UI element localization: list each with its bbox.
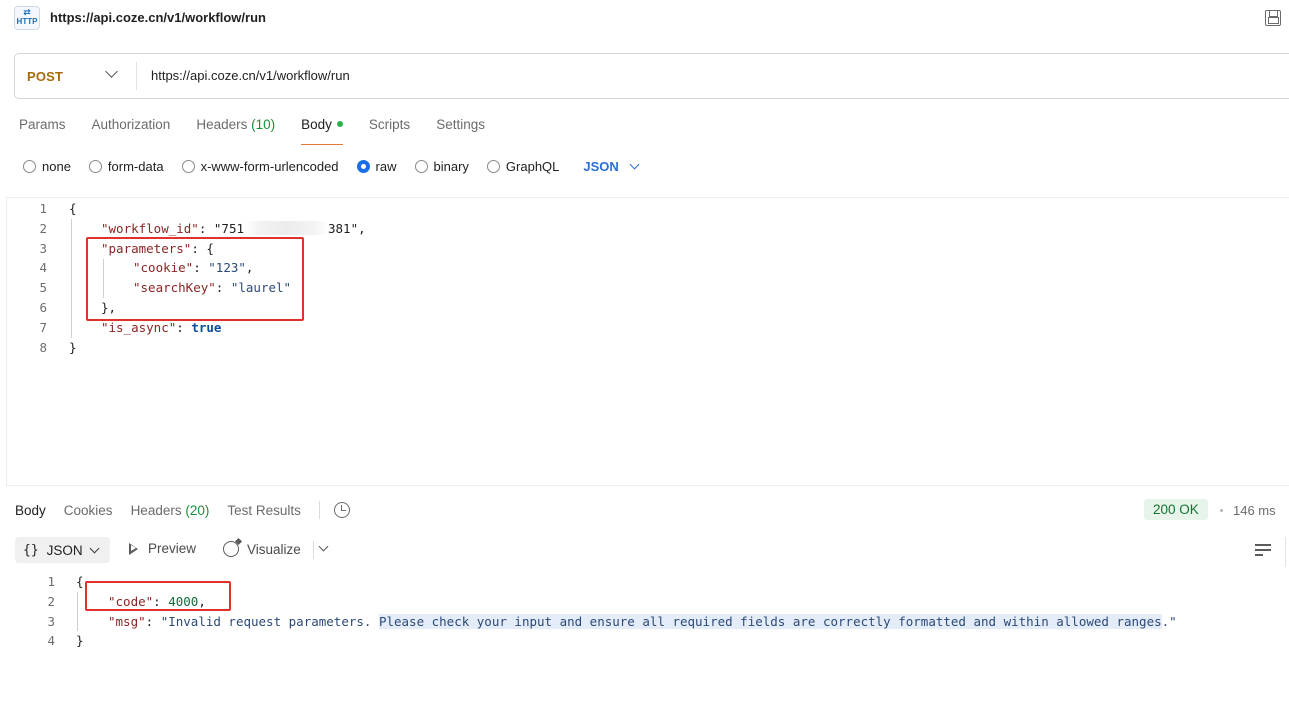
status-badge[interactable]: 200 OK — [1144, 499, 1208, 520]
tab-response-headers[interactable]: Headers (20) — [131, 503, 210, 518]
selected-text: Please check your input and ensure all r… — [378, 614, 1162, 629]
tab-headers[interactable]: Headers (10) — [196, 117, 275, 143]
divider — [136, 62, 137, 90]
url-bar: POST — [14, 53, 1289, 99]
save-icon[interactable] — [1265, 10, 1281, 26]
response-tabs: Body Cookies Headers (20) Test Results — [15, 500, 350, 520]
code-line: { — [76, 574, 84, 589]
request-title[interactable]: https://api.coze.cn/v1/workflow/run — [50, 10, 266, 25]
code-line: "msg": "Invalid request parameters. Plea… — [108, 614, 1177, 629]
line-number: 2 — [47, 594, 55, 609]
line-number: 6 — [39, 300, 47, 315]
chevron-down-icon[interactable] — [105, 65, 118, 78]
play-icon — [129, 542, 138, 555]
line-number: 4 — [47, 633, 55, 648]
annotation-highlight-box — [85, 581, 231, 611]
tab-scripts[interactable]: Scripts — [369, 117, 410, 143]
line-number: 1 — [47, 574, 55, 589]
tab-authorization[interactable]: Authorization — [92, 117, 171, 143]
body-type-binary[interactable]: binary — [414, 159, 469, 174]
chevron-down-icon — [89, 543, 100, 553]
radio-icon[interactable] — [88, 159, 102, 173]
line-number: 4 — [39, 260, 47, 275]
code-line: } — [76, 633, 84, 648]
line-number: 2 — [39, 221, 47, 236]
tab-response-cookies[interactable]: Cookies — [64, 503, 113, 518]
line-number: 8 — [39, 340, 47, 355]
filter-lines-icon[interactable] — [1255, 544, 1271, 556]
code-line: } — [69, 340, 77, 355]
body-type-none[interactable]: none — [23, 159, 71, 174]
body-type-form-data[interactable]: form-data — [88, 159, 164, 174]
indent-guide — [71, 219, 72, 338]
body-type-raw[interactable]: raw — [356, 159, 397, 174]
braces-icon: {} — [23, 542, 39, 558]
http-request-icon: ⇄ HTTP — [14, 6, 40, 30]
radio-icon[interactable] — [414, 159, 428, 173]
body-type-urlencoded[interactable]: x-www-form-urlencoded — [181, 159, 339, 174]
radio-icon[interactable] — [23, 159, 36, 173]
redacted-value — [244, 221, 328, 235]
visualize-icon — [223, 541, 239, 557]
line-number: 5 — [39, 280, 47, 295]
line-number: 3 — [39, 241, 47, 256]
history-icon[interactable] — [333, 502, 350, 518]
code-line: "workflow_id": "751 381", — [101, 221, 366, 236]
tab-params[interactable]: Params — [19, 117, 66, 143]
visualize-button[interactable]: Visualize — [223, 541, 301, 557]
separator-dot — [1220, 509, 1223, 512]
headers-count: (10) — [251, 117, 276, 132]
chevron-down-icon[interactable] — [318, 541, 329, 552]
body-modified-dot-icon — [336, 121, 343, 127]
tab-response-body[interactable]: Body — [15, 503, 46, 518]
request-tabs: Params Authorization Headers (10) Body S… — [19, 117, 511, 145]
tab-body[interactable]: Body — [301, 117, 343, 145]
method-select[interactable]: POST — [27, 69, 63, 84]
divider — [1285, 537, 1286, 567]
body-type-graphql[interactable]: GraphQL — [486, 159, 559, 174]
line-number: 1 — [39, 201, 47, 216]
response-time[interactable]: 146 ms — [1233, 503, 1276, 518]
preview-button[interactable]: Preview — [129, 541, 196, 556]
chevron-down-icon — [629, 159, 640, 169]
code-line: { — [69, 201, 77, 216]
radio-checked-icon[interactable] — [356, 159, 370, 173]
line-number: 3 — [47, 614, 55, 629]
code-line: "is_async": true — [101, 320, 222, 335]
tab-test-results[interactable]: Test Results — [227, 503, 301, 518]
raw-format-select[interactable]: JSON — [583, 159, 640, 174]
title-bar: ⇄ HTTP https://api.coze.cn/v1/workflow/ru… — [0, 0, 1289, 38]
radio-icon[interactable] — [181, 159, 195, 173]
radio-icon[interactable] — [486, 159, 500, 173]
line-number: 7 — [39, 320, 47, 335]
url-input[interactable] — [151, 68, 1051, 83]
divider — [318, 501, 320, 519]
body-type-options: none form-data x-www-form-urlencoded raw… — [23, 157, 640, 175]
annotation-highlight-box — [86, 237, 304, 321]
tab-settings[interactable]: Settings — [436, 117, 485, 143]
divider — [313, 541, 314, 559]
indent-guide — [77, 592, 78, 631]
response-format-select[interactable]: {} JSON — [15, 537, 110, 563]
